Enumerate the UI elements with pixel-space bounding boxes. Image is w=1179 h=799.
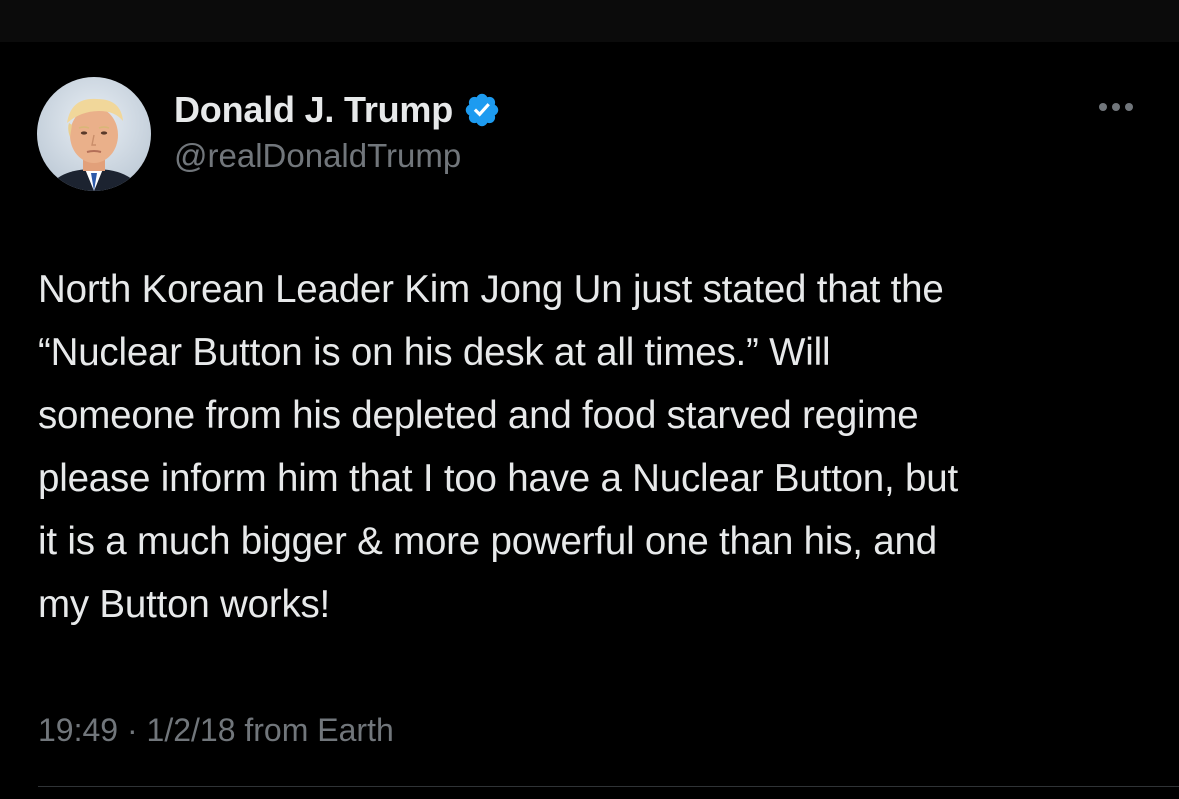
more-dot	[1112, 103, 1120, 111]
display-name[interactable]: Donald J. Trump	[174, 89, 453, 131]
author-handle[interactable]: @realDonaldTrump	[174, 137, 461, 175]
more-dot	[1125, 103, 1133, 111]
avatar[interactable]	[37, 77, 151, 191]
more-options-icon[interactable]	[1093, 92, 1139, 122]
author-name-row[interactable]: Donald J. Trump	[174, 86, 501, 134]
tweet-metadata: 19:49 · 1/2/18 from Earth	[38, 712, 394, 749]
top-bar	[0, 0, 1179, 42]
tweet-line: please inform him that I too have a Nucl…	[38, 457, 958, 500]
meta-separator: ·	[126, 712, 138, 748]
tweet-date[interactable]: 1/2/18	[147, 712, 236, 748]
divider	[38, 786, 1179, 787]
avatar-image	[37, 77, 151, 191]
tweet-time[interactable]: 19:49	[38, 712, 118, 748]
tweet-line: someone from his depleted and food starv…	[38, 394, 919, 437]
more-dot	[1099, 103, 1107, 111]
tweet-line: it is a much bigger & more powerful one …	[38, 520, 937, 563]
tweet-line: “Nuclear Button is on his desk at all ti…	[38, 331, 831, 374]
tweet-text: North Korean Leader Kim Jong Un just sta…	[38, 258, 1148, 636]
verified-badge-icon	[465, 93, 499, 127]
tweet-line: North Korean Leader Kim Jong Un just sta…	[38, 268, 944, 311]
tweet-line: my Button works!	[38, 583, 331, 626]
tweet-source: from Earth	[244, 712, 394, 748]
